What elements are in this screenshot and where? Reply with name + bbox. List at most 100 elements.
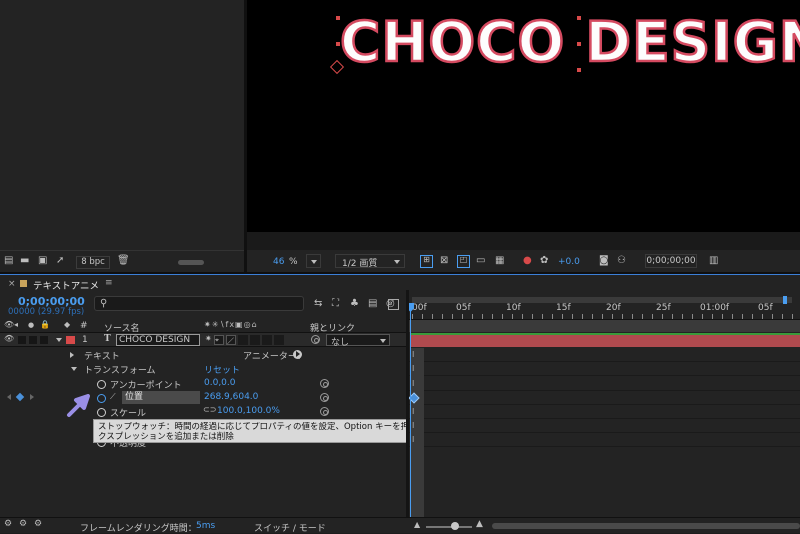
timeline-tab-title[interactable]: テキストアニメ [33, 278, 99, 292]
quality-switch[interactable]: ⌖ [214, 335, 224, 345]
stopwatch-icon[interactable] [97, 408, 106, 417]
zoom-slider-track[interactable] [426, 526, 472, 528]
expression-pickwhip-icon[interactable] [320, 379, 329, 388]
bit-depth-button[interactable]: 8 bpc [76, 256, 110, 269]
panel-scroll-handle[interactable] [178, 260, 204, 265]
new-composition-icon[interactable]: ▣ [38, 256, 47, 266]
comp-text[interactable]: CHOCO DESIGN [339, 11, 800, 74]
zoom-value[interactable]: 46 [273, 257, 284, 267]
snapshot-camera-icon[interactable]: ◙ [599, 256, 609, 266]
resolution-dropdown[interactable]: 1/2 画質 [335, 254, 405, 269]
anchor-point-row[interactable]: アンカーポイント 0.0,0.0 [0, 377, 409, 391]
show-snapshot-icon[interactable]: ⚇ [617, 256, 626, 266]
transparency-grid-icon[interactable]: ⊠ [440, 256, 448, 266]
stopwatch-active-icon[interactable] [97, 394, 106, 403]
bbox-handle[interactable] [577, 16, 581, 20]
render-queue-icon[interactable]: ➚ [56, 256, 64, 266]
bbox-handle[interactable] [336, 16, 340, 20]
panel-split[interactable] [406, 290, 409, 518]
reset-link[interactable]: リセット [204, 363, 240, 376]
solo-icon[interactable]: ● [28, 322, 34, 329]
switch-slot[interactable] [250, 335, 260, 345]
scale-label: スケール [110, 409, 147, 419]
eye-icon[interactable]: 👁 [4, 321, 14, 329]
animator-play-icon[interactable] [293, 350, 302, 359]
audio-toggle[interactable] [18, 336, 26, 344]
layer-label-color[interactable] [66, 336, 75, 344]
fast-preview-toggle-icon[interactable]: ▥ [709, 256, 718, 266]
graph-editor-icon[interactable]: ⟋ [388, 299, 399, 310]
position-value[interactable]: 268.9,604.0 [204, 392, 258, 402]
transfer-controls-icon[interactable]: ⚙ [19, 520, 27, 529]
layer-row[interactable]: 👁 1 T CHOCO DESIGN ✷ ⌖ ／ なし [0, 333, 409, 348]
channel-icon[interactable]: ● [523, 256, 532, 266]
layer-name[interactable]: CHOCO DESIGN [116, 334, 200, 346]
ruler-label: 05f [456, 303, 471, 313]
text-group-row[interactable]: テキスト アニメーター： [0, 348, 409, 362]
zoom-slider-thumb[interactable] [451, 522, 459, 530]
frame-blending-icon[interactable]: ▤ [368, 299, 377, 309]
bbox-handle[interactable] [336, 42, 340, 46]
layer-switches-icon[interactable]: ⚙ [4, 520, 12, 529]
interpret-footage-icon[interactable]: ▤ [4, 256, 13, 266]
scale-row[interactable]: スケール ⊂⊃ 100.0,100.0% [0, 405, 409, 419]
new-folder-icon[interactable]: ▬ [20, 256, 29, 266]
expression-pickwhip-icon[interactable] [320, 407, 329, 416]
comp-timecode[interactable]: 0;00;00;00 [645, 254, 697, 268]
render-time-value: 5ms [196, 521, 216, 531]
graph-icon[interactable]: ⟋ [110, 393, 116, 401]
solo-toggle[interactable] [29, 336, 37, 344]
parent-pickwhip-icon[interactable] [311, 335, 320, 344]
shy-layers-icon[interactable]: ♣ [350, 299, 359, 309]
close-icon[interactable]: × [8, 279, 16, 289]
anchor-point-value[interactable]: 0.0,0.0 [204, 378, 236, 388]
zoom-dropdown[interactable] [306, 254, 321, 268]
layer-duration-bar[interactable] [411, 333, 800, 347]
color-management-icon[interactable]: ✿ [540, 256, 548, 266]
lock-toggle[interactable] [40, 336, 48, 344]
fast-preview-icon[interactable]: ⊞ [420, 255, 433, 268]
playhead-line[interactable] [410, 303, 411, 517]
composition-viewer[interactable]: CHOCO DESIGN [247, 0, 800, 232]
keyframe-prev-icon[interactable] [7, 394, 11, 400]
timeline-scrollbar[interactable] [492, 523, 800, 529]
zoom-out-mountain-icon[interactable]: ▲ [414, 521, 420, 529]
trash-icon[interactable]: 🗑 [117, 256, 130, 266]
switch-slot[interactable] [274, 335, 284, 345]
parent-dropdown[interactable]: なし [326, 334, 390, 348]
anchor-point-label: アンカーポイント [110, 381, 182, 391]
mask-visibility-icon[interactable]: ◰ [457, 255, 470, 268]
audio-icon[interactable]: ◂ [14, 321, 18, 329]
exposure-value[interactable]: +0.0 [558, 257, 580, 267]
scale-value[interactable]: 100.0,100.0% [217, 406, 280, 416]
effect-switch[interactable]: ／ [226, 335, 236, 345]
constrain-proportions-icon[interactable]: ⊂⊃ [203, 406, 216, 414]
switch-mode-toggle[interactable]: スイッチ / モード [254, 521, 326, 534]
panel-menu-icon[interactable]: ≡ [105, 278, 113, 288]
layer-expand-icon[interactable] [56, 338, 62, 342]
position-row[interactable]: ⟋ 位置 268.9,604.0 [0, 391, 409, 405]
keyframe-add-icon[interactable] [15, 392, 25, 402]
switch-slot[interactable] [238, 335, 248, 345]
bbox-handle[interactable] [577, 42, 581, 46]
expand-arrow-icon[interactable] [70, 352, 74, 358]
label-icon[interactable]: ◆ [64, 321, 70, 329]
grid-guides-icon[interactable]: ▦ [495, 256, 504, 266]
transform-group-row[interactable]: トランスフォーム リセット [0, 362, 409, 376]
bbox-handle[interactable] [577, 68, 581, 72]
lock-icon[interactable]: 🔒 [40, 321, 50, 329]
work-area-end-handle[interactable] [783, 296, 787, 304]
switch-slot[interactable] [262, 335, 272, 345]
zoom-in-mountain-icon[interactable]: ▲ [476, 520, 483, 529]
timestretch-icon[interactable]: ⚙ [34, 520, 42, 529]
draft-3d-icon[interactable]: ⛶ [332, 299, 339, 309]
stopwatch-icon[interactable] [97, 380, 106, 389]
expression-pickwhip-icon[interactable] [320, 393, 329, 402]
comp-mini-flowchart-icon[interactable]: ⇆ [314, 299, 322, 309]
collapse-arrow-icon[interactable] [71, 367, 77, 371]
region-of-interest-icon[interactable]: ▭ [476, 256, 485, 266]
layer-search-input[interactable]: ⚲ [94, 296, 304, 311]
eye-icon[interactable]: 👁 [4, 335, 14, 343]
collapse-transform-icon[interactable]: ✷ [205, 335, 212, 343]
keyframe-next-icon[interactable] [30, 394, 34, 400]
